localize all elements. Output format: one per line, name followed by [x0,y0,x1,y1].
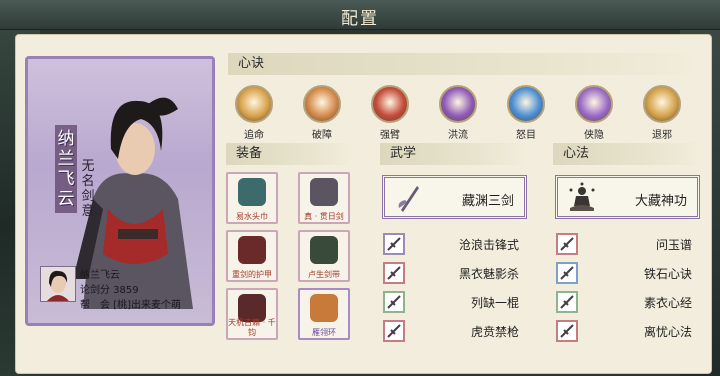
equipment-slot[interactable]: 雁翎环 [298,288,350,340]
guild-line: 帮 会 [桃]出来麦个萌 [80,300,181,311]
xinjue-skill-label: 侠隐 [584,130,604,141]
section-header-xinjue: 心诀 [228,53,698,75]
character-name-vertical: 纳兰飞云 [55,125,77,213]
staff-icon [383,291,405,313]
wuxue-sub-item[interactable]: 黑衣魅影杀 [383,262,519,284]
avatar [40,266,76,302]
wuxue-sub-label: 沧浪击锋式 [458,238,519,252]
equipment-slot[interactable]: 真 · 贯日剑 [298,172,350,224]
scripture-icon [556,291,578,313]
belt-icon [310,236,338,264]
break-skill-icon[interactable] [303,85,341,123]
title-bar: 配置 [0,0,720,30]
wuxue-sub-item[interactable]: 虎贲禁枪 [383,320,519,342]
wuxue-sub-item[interactable]: 沧浪击锋式 [383,233,519,255]
equipment-label: 卢生剑带 [308,270,340,279]
character-info: 纳兰飞云 论剑分 3859 帮 会 [桃]出来麦个萌 [40,266,210,318]
equipment-label: 重剑的护甲 [232,270,272,279]
xinfa-main-skill[interactable]: 大藏神功 [555,175,700,219]
xinjue-skill-label: 追命 [244,130,264,141]
arm-skill-icon[interactable] [371,85,409,123]
xinjue-skill-label: 怒目 [516,130,536,141]
sword-art-icon [398,186,419,212]
xinfa-sub-item[interactable]: 离忧心法 [556,320,692,342]
wuxue-sub-item[interactable]: 列缺一棍 [383,291,519,313]
eye-skill-icon[interactable] [507,85,545,123]
xinjue-skill-label: 强臂 [380,130,400,141]
hidden-skill-icon[interactable] [575,85,613,123]
xinfa-sub-label: 素衣心经 [643,296,692,310]
shadow-icon [383,262,405,284]
armor-icon [238,236,266,264]
section-header-equipment: 装备 [226,143,352,165]
equipment-slot[interactable]: 重剑的护甲 [226,230,278,282]
ring-icon [310,294,338,322]
meditation-icon [569,182,595,211]
section-header-xinfa: 心法 [553,143,699,165]
sword-icon [310,178,338,206]
wuxue-sub-label: 黑衣魅影杀 [458,267,519,281]
xinjue-skill-label: 退邪 [652,130,672,141]
spear-icon [383,320,405,342]
chase-skill-icon[interactable] [235,85,273,123]
xinfa-sub-label: 问玉谱 [655,238,692,252]
strike-icon [383,233,405,255]
xinfa-sub-item[interactable]: 问玉谱 [556,233,692,255]
equipment-label: 雁翎环 [312,328,336,337]
window-title: 配置 [341,9,379,29]
equipment-label: 真 · 贯日剑 [304,212,344,221]
equipment-label: 天机古籍 · 千钧 [228,318,276,337]
wuxue-sub-label: 列缺一棍 [470,296,519,310]
iron-icon [556,262,578,284]
jade-icon [556,233,578,255]
equipment-slot[interactable]: 易水头巾 [226,172,278,224]
equipment-label: 易水头巾 [236,212,268,221]
character-name: 纳兰飞云 [80,270,120,281]
xinjue-skill-label: 洪流 [448,130,468,141]
character-title-vertical: 无名剑意 [81,159,95,219]
wuxue-sub-label: 虎贲禁枪 [470,325,519,339]
flood-skill-icon[interactable] [439,85,477,123]
xinjue-skill-label: 破障 [312,130,332,141]
section-header-wuxue: 武学 [380,143,526,165]
headband-icon [238,178,266,206]
equipment-slot[interactable]: 天机古籍 · 千钧 [226,288,278,340]
xinfa-main-label: 大藏神功 [634,194,687,209]
equipment-slot[interactable]: 卢生剑带 [298,230,350,282]
xinfa-sub-item[interactable]: 铁石心诀 [556,262,692,284]
xinfa-sub-label: 离忧心法 [643,325,692,339]
wuxue-main-skill[interactable]: 藏渊三剑 [382,175,527,219]
xinfa-sub-item[interactable]: 素衣心经 [556,291,692,313]
sorrow-icon [556,320,578,342]
xinfa-sub-label: 铁石心诀 [643,267,692,281]
score-line: 论剑分 3859 [80,285,139,296]
wuxue-main-label: 藏渊三剑 [461,194,514,209]
ward-skill-icon[interactable] [643,85,681,123]
